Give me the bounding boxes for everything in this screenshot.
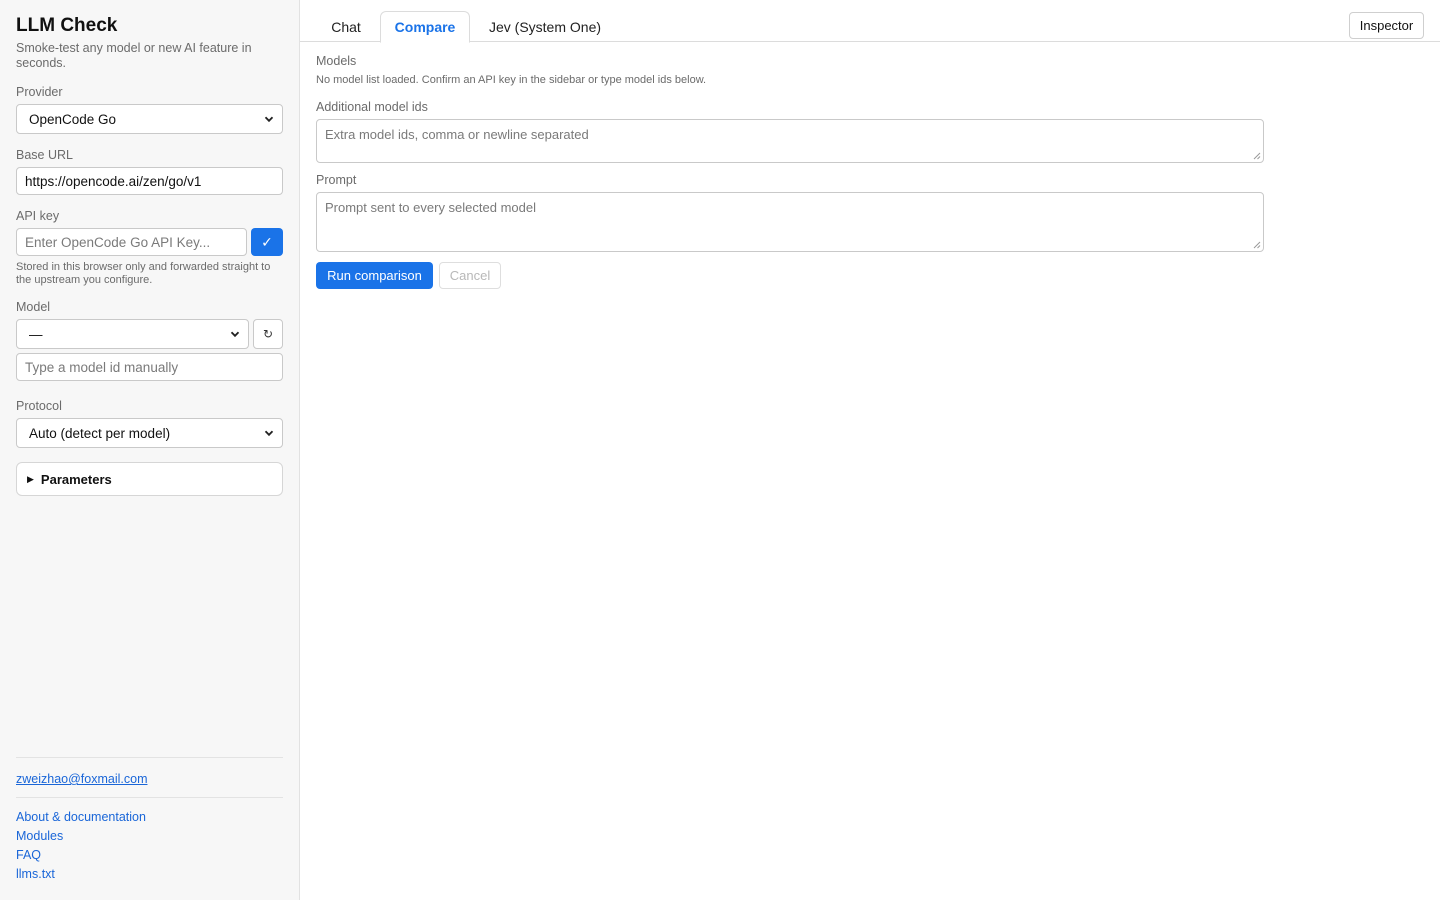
provider-label: Provider [16, 85, 63, 99]
prompt-label: Prompt [316, 173, 357, 187]
tab-label: Chat [331, 18, 361, 35]
confirm-api-key-button[interactable]: ✓ [251, 228, 283, 256]
inspector-button[interactable]: Inspector [1349, 12, 1424, 39]
base-url-value: https://opencode.ai/zen/go/v1 [25, 173, 202, 189]
tab-label: Compare [394, 19, 456, 35]
llms-txt-link[interactable]: llms.txt [16, 865, 146, 884]
protocol-label: Protocol [16, 399, 62, 413]
check-icon: ✓ [261, 233, 273, 250]
additional-model-ids-placeholder: Extra model ids, comma or newline separa… [325, 127, 589, 142]
api-key-placeholder: Enter OpenCode Go API Key... [25, 234, 211, 250]
footer-links: About & documentation Modules FAQ llms.t… [16, 808, 146, 884]
modules-link[interactable]: Modules [16, 827, 146, 846]
models-note: No model list loaded. Confirm an API key… [316, 74, 707, 86]
tab-label: Jev (System One) [488, 18, 602, 35]
app-title: LLM Check [16, 15, 118, 36]
divider [16, 797, 283, 798]
base-url-input[interactable]: https://opencode.ai/zen/go/v1 [16, 167, 283, 195]
chevron-down-icon [264, 116, 274, 123]
model-label: Model [16, 300, 51, 314]
sidebar: LLM Check Smoke-test any model or new AI… [0, 0, 300, 900]
prompt-placeholder: Prompt sent to every selected model [325, 200, 536, 215]
refresh-models-button[interactable]: ↻ [253, 319, 283, 349]
disclosure-triangle-icon: ▶ [27, 473, 34, 484]
faq-link[interactable]: FAQ [16, 846, 146, 865]
model-select[interactable]: — [16, 319, 249, 349]
tab-chat[interactable]: Chat [316, 11, 376, 42]
resize-grip-icon[interactable] [1253, 152, 1261, 160]
protocol-value: Auto (detect per model) [29, 425, 171, 441]
additional-model-ids-label: Additional model ids [316, 100, 428, 114]
api-key-label: API key [16, 209, 60, 223]
manual-model-input[interactable]: Type a model id manually [16, 353, 283, 381]
model-value: — [29, 326, 43, 342]
resize-grip-icon[interactable] [1253, 241, 1261, 249]
app-subtitle: Smoke-test any model or new AI feature i… [16, 41, 252, 70]
cancel-button[interactable]: Cancel [439, 262, 501, 289]
divider [16, 757, 283, 758]
provider-select[interactable]: OpenCode Go [16, 104, 283, 134]
tab-bar: Chat Compare Jev (System One) Inspector [300, 0, 1440, 43]
api-key-input[interactable]: Enter OpenCode Go API Key... [16, 228, 247, 256]
run-comparison-button[interactable]: Run comparison [316, 262, 433, 289]
additional-model-ids-textarea[interactable]: Extra model ids, comma or newline separa… [316, 119, 1264, 163]
refresh-icon: ↻ [262, 327, 274, 341]
api-key-helper: Stored in this browser only and forwarde… [16, 261, 271, 286]
tab-jev-system-one[interactable]: Jev (System One) [476, 11, 614, 42]
provider-value: OpenCode Go [29, 111, 117, 127]
parameters-label: Parameters [40, 471, 112, 487]
prompt-textarea[interactable]: Prompt sent to every selected model [316, 192, 1264, 252]
email-link[interactable]: zweizhao@foxmail.com [16, 772, 147, 786]
chevron-down-icon [230, 331, 240, 338]
protocol-select[interactable]: Auto (detect per model) [16, 418, 283, 448]
main-panel: Chat Compare Jev (System One) Inspector … [300, 0, 1440, 900]
manual-model-placeholder: Type a model id manually [25, 359, 179, 375]
about-link[interactable]: About & documentation [16, 808, 146, 827]
models-label: Models [316, 54, 357, 68]
parameters-disclosure[interactable]: ▶ Parameters [16, 462, 283, 496]
tab-compare[interactable]: Compare [380, 11, 470, 43]
base-url-label: Base URL [16, 148, 73, 162]
chevron-down-icon [264, 430, 274, 437]
